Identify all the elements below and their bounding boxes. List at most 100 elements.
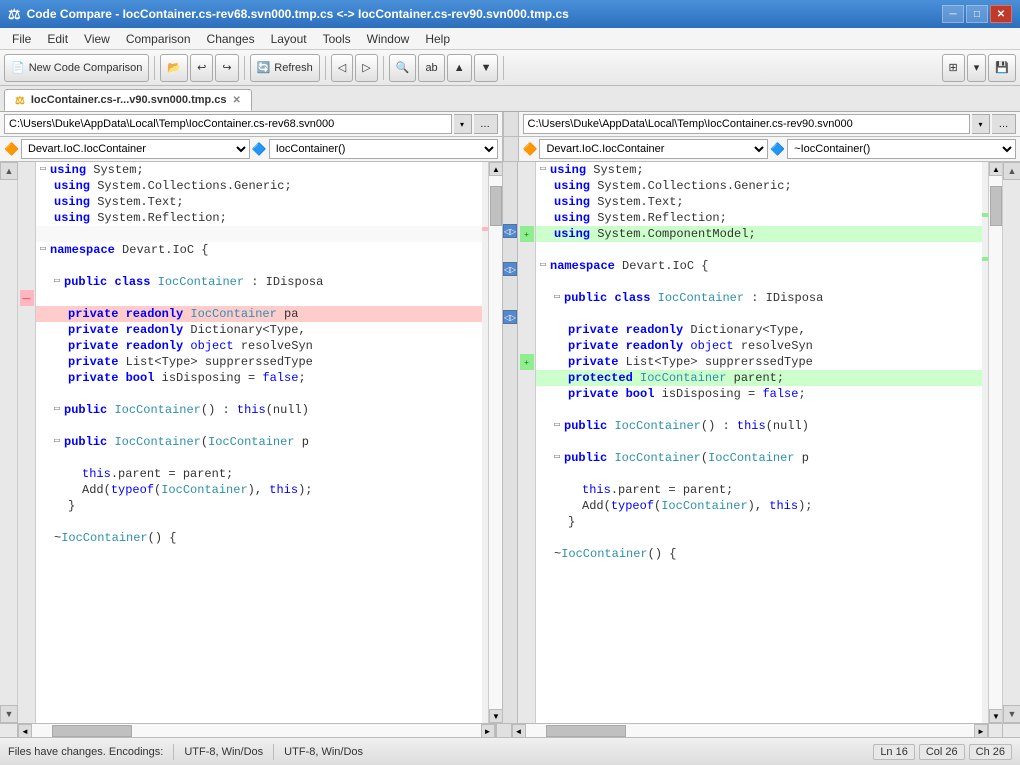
left-path-ellipsis[interactable]: … [474,114,498,134]
left-path-dropdown[interactable]: ▾ [454,114,472,134]
menu-edit[interactable]: Edit [39,30,76,48]
code-line: } [36,498,482,514]
menu-window[interactable]: Window [359,30,418,48]
left-method-select[interactable]: IocContainer() [269,139,498,159]
menu-tools[interactable]: Tools [315,30,359,48]
connector-btn-2[interactable]: ◁▷ [503,262,517,276]
code-line: private readonly object resolveSyn [536,338,982,354]
left-path-bar: ▾ … [0,112,503,136]
code-line: } [536,514,982,530]
redo-icon: ↪ [222,61,231,74]
new-comparison-button[interactable]: 📄 New Code Comparison [4,54,149,82]
status-bar: Files have changes. Encodings: UTF-8, Wi… [0,737,1020,765]
close-button[interactable]: ✕ [990,5,1012,23]
code-line-added: using System.ComponentModel; [536,226,982,242]
code-line [36,258,482,274]
right-method-icon: 🔷 [770,142,785,156]
right-path-dropdown[interactable]: ▾ [972,114,990,134]
menu-layout[interactable]: Layout [263,30,315,48]
connector-btn-1[interactable]: ◁▷ [503,224,517,238]
copy-left-button[interactable]: ◁ [331,54,353,82]
code-line: ▭ public class IocContainer : IDisposa [536,290,982,306]
menu-changes[interactable]: Changes [199,30,263,48]
tab-main[interactable]: ⚖ IocContainer.cs-r...v90.svn000.tmp.cs … [4,89,252,111]
app-icon: ⚖ [8,6,21,23]
right-vscroll-down[interactable]: ▼ [989,709,1003,723]
right-nav-down[interactable]: ▼ [1003,705,1020,723]
code-line [536,466,982,482]
right-vscroll-track[interactable] [989,176,1002,709]
prev-diff-button[interactable]: ▲ [447,54,472,82]
left-vscroll-down[interactable]: ▼ [489,709,502,723]
code-line: using System.Text; [536,194,982,210]
code-line: using System.Collections.Generic; [536,178,982,194]
tab-bar: ⚖ IocContainer.cs-r...v90.svn000.tmp.cs … [0,86,1020,112]
right-namespace-select[interactable]: Devart.IoC.IocContainer [539,139,768,159]
code-line: using System.Text; [36,194,482,210]
right-hscroll-track[interactable] [526,724,975,737]
left-path-input[interactable] [4,114,452,134]
left-hscroll-thumb[interactable] [52,725,132,737]
redo-button[interactable]: ↪ [215,54,238,82]
minimize-button[interactable]: ─ [942,5,964,23]
left-hscroll[interactable]: ◄ ► [18,724,496,737]
left-code-panel: ▲ ▼ — [0,162,502,723]
left-hscroll-track[interactable] [32,724,481,737]
find-button[interactable]: 🔍 [389,54,417,82]
view-options-button[interactable]: ▾ [967,54,987,82]
copy-right-button[interactable]: ▷ [355,54,377,82]
code-line [536,434,982,450]
copy-right-icon: ▷ [362,61,370,74]
left-code-content[interactable]: ▭ using System; using System.Collections… [36,162,482,723]
right-hscroll-right[interactable]: ► [974,724,988,738]
tab-close-button[interactable]: ✕ [233,95,241,106]
view-mode-button[interactable]: ⊞ [942,54,965,82]
left-namespace-select[interactable]: Devart.IoC.IocContainer [21,139,250,159]
left-vscroll-track[interactable] [489,176,502,709]
right-code-panel: + + [518,162,1020,723]
next-diff-button[interactable]: ▼ [474,54,499,82]
code-line: ~IocContainer() { [536,546,982,562]
left-hscroll-left[interactable]: ◄ [18,724,32,738]
left-ns-icon: 🔶 [4,142,19,156]
code-line [536,242,982,258]
menu-help[interactable]: Help [417,30,458,48]
find-icon: 🔍 [396,61,410,74]
right-vscroll-thumb[interactable] [990,186,1002,226]
code-line: ▭ using System; [536,162,982,178]
right-path-input[interactable] [523,114,971,134]
open-button[interactable]: 📂 [160,54,188,82]
maximize-button[interactable]: □ [966,5,988,23]
left-vscroll-up[interactable]: ▲ [489,162,502,176]
view-mode-icon: ⊞ [949,61,958,74]
right-nav-up[interactable]: ▲ [1003,162,1020,180]
undo-button[interactable]: ↩ [190,54,213,82]
code-line: Add(typeof(IocContainer), this); [536,498,982,514]
save-button[interactable]: 💾 [988,54,1016,82]
left-hscroll-right[interactable]: ► [481,724,495,738]
right-hscroll-thumb[interactable] [546,725,626,737]
replace-button[interactable]: ab [418,54,444,82]
right-hscroll-left[interactable]: ◄ [512,724,526,738]
right-method-select[interactable]: ~IocContainer() [787,139,1016,159]
menu-view[interactable]: View [76,30,118,48]
menu-comparison[interactable]: Comparison [118,30,199,48]
left-nav-down[interactable]: ▼ [0,705,18,723]
left-vscroll[interactable]: ▲ ▼ [488,162,502,723]
right-vscroll[interactable]: ▲ ▼ [988,162,1002,723]
right-hscroll[interactable]: ◄ ► [512,724,989,737]
title-bar: ⚖ Code Compare - IocContainer.cs-rev68.s… [0,0,1020,28]
left-vscroll-thumb[interactable] [490,186,502,226]
right-path-ellipsis[interactable]: … [992,114,1016,134]
refresh-button[interactable]: 🔄 Refresh [250,54,320,82]
toolbar-sep-5 [503,56,504,80]
menu-bar: File Edit View Comparison Changes Layout… [0,28,1020,50]
path-bars: ▾ … ▾ … [0,112,1020,137]
menu-file[interactable]: File [4,30,39,48]
right-vscroll-up[interactable]: ▲ [989,162,1003,176]
hscroll-bar: ◄ ► ◄ ► [0,723,1020,737]
right-code-content[interactable]: ▭ using System; using System.Collections… [536,162,982,723]
save-icon: 💾 [995,61,1009,74]
connector-btn-3[interactable]: ◁▷ [503,310,517,324]
left-nav-up[interactable]: ▲ [0,162,18,180]
